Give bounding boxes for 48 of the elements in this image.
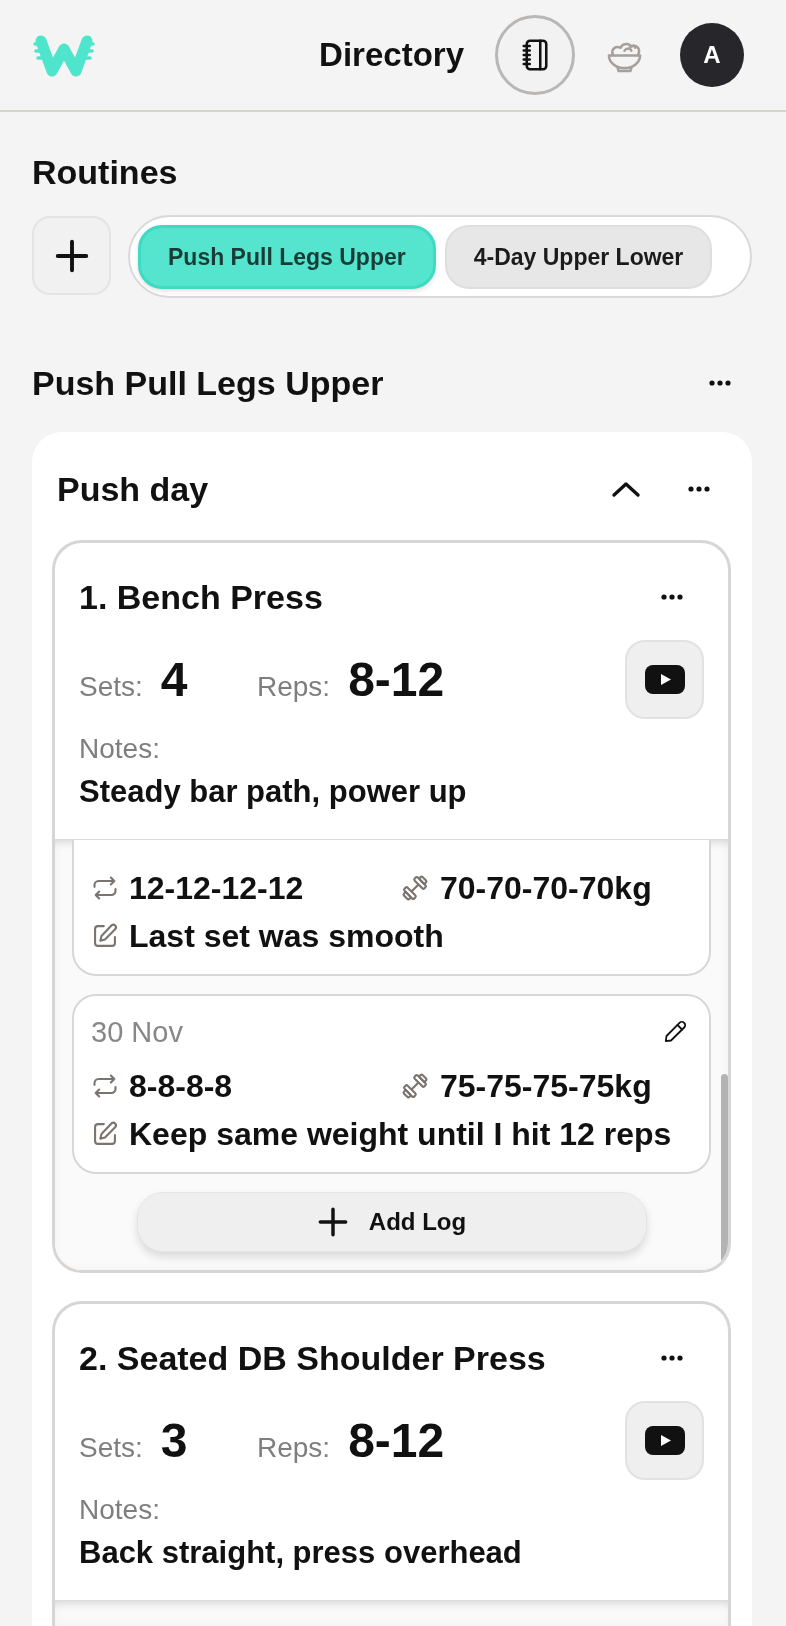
edit-note-icon [91, 1120, 119, 1148]
reps-value: 8-12 [348, 1416, 445, 1465]
log-reps: 8-8-8-8 [129, 1067, 233, 1105]
sets-label: Sets: [79, 1430, 143, 1465]
more-icon[interactable] [661, 594, 683, 600]
exercise-title: 1. Bench Press [79, 577, 323, 617]
reps-value: 8-12 [348, 655, 445, 704]
avatar[interactable]: A [680, 23, 744, 87]
add-routine-button[interactable] [32, 216, 111, 295]
exercise-title: 2. Seated DB Shoulder Press [79, 1338, 546, 1378]
day-title: Push day [57, 469, 209, 509]
video-button[interactable] [625, 640, 704, 719]
repeat-icon [91, 1072, 119, 1100]
video-button[interactable] [625, 1401, 704, 1480]
notes-text: Steady bar path, power up [79, 773, 468, 811]
plus-icon [316, 1206, 349, 1238]
notes-label: Notes: [79, 732, 161, 766]
routine-title: Push Pull Legs Upper [32, 363, 384, 403]
notes-label: Notes: [79, 1493, 161, 1527]
notes-text: Back straight, press overhead [79, 1534, 523, 1572]
section-title: Routines [32, 152, 179, 192]
pencil-icon[interactable] [663, 1020, 687, 1044]
log-date: 30 Nov [91, 1015, 183, 1049]
log-weights: 75-75-75-75kg [440, 1067, 652, 1105]
reps-label: Reps: [257, 1430, 331, 1465]
more-icon[interactable] [709, 380, 731, 386]
log-note: Keep same weight until I hit 12 reps [129, 1115, 672, 1153]
dumbbell-icon [400, 1071, 430, 1101]
log-weights: 70-70-70-70kg [440, 869, 652, 907]
sets-value: 4 [160, 655, 188, 704]
dumbbell-icon [400, 873, 430, 903]
more-icon[interactable] [688, 486, 710, 492]
sets-value: 3 [160, 1416, 188, 1465]
plus-icon [53, 237, 90, 274]
routine-tab[interactable]: Push Pull Legs Upper [138, 225, 436, 289]
log-note: Last set was smooth [129, 917, 444, 955]
log-reps: 12-12-12-12 [129, 869, 304, 907]
repeat-icon [91, 874, 119, 902]
sets-label: Sets: [79, 669, 143, 704]
reps-label: Reps: [257, 669, 331, 704]
routine-tab[interactable]: 4-Day Upper Lower [444, 225, 713, 289]
chevron-up-icon[interactable] [611, 480, 641, 498]
play-icon [644, 665, 685, 694]
add-log-button[interactable]: Add Log [136, 1192, 647, 1252]
more-icon[interactable] [661, 1355, 683, 1361]
header-title: Directory [319, 35, 464, 75]
edit-note-icon [91, 922, 119, 950]
play-icon [644, 1426, 685, 1455]
